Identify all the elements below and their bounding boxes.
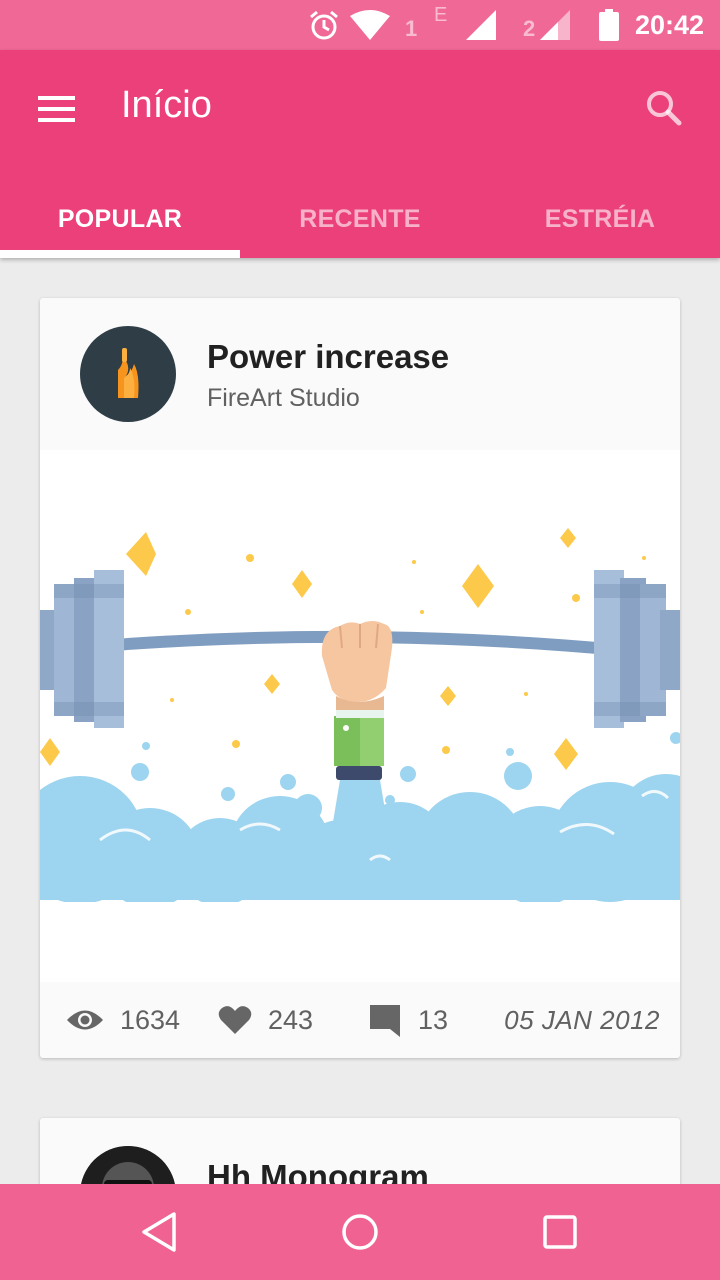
likes-stat[interactable]: 243 [218, 982, 313, 1058]
tab-popular[interactable]: POPULAR [0, 180, 240, 258]
views-count: 1634 [120, 1004, 181, 1035]
status-bar: 1 E 2 20:42 [0, 0, 720, 50]
search-button[interactable] [638, 82, 690, 134]
battery-icon [599, 9, 619, 41]
comments-count: 13 [418, 1004, 449, 1035]
tab-recente[interactable]: RECENTE [240, 180, 480, 258]
avatar[interactable] [80, 326, 176, 422]
menu-button[interactable] [30, 82, 82, 134]
back-button[interactable] [134, 1206, 186, 1258]
wifi-icon [350, 10, 390, 40]
tab-bar: POPULAR RECENTE ESTRÉIA [0, 180, 720, 258]
network-type-label: E [434, 4, 448, 26]
recents-button[interactable] [534, 1206, 586, 1258]
page-title: Início [121, 84, 212, 126]
alarm-icon [310, 10, 338, 40]
views-stat: 1634 [66, 982, 180, 1058]
home-icon [342, 1214, 378, 1250]
tab-indicator [0, 250, 240, 258]
recents-icon [543, 1215, 577, 1249]
likes-count: 243 [268, 1004, 314, 1035]
power-increase-illustration [40, 528, 680, 982]
eye-icon [67, 1010, 103, 1030]
card-header: Power increase FireArt Studio [40, 298, 680, 450]
menu-icon [38, 96, 75, 122]
shot-card[interactable]: Power increase FireArt Studio 1634 243 1… [40, 298, 680, 1058]
card-title[interactable]: Power increase [207, 338, 449, 376]
home-button[interactable] [334, 1206, 386, 1258]
fireart-logo-icon [118, 348, 139, 398]
card-footer: 1634 243 13 05 JAN 2012 [40, 982, 680, 1058]
sim1-label: 1 [405, 16, 418, 41]
clock: 20:42 [634, 10, 704, 40]
card-author[interactable]: FireArt Studio [207, 384, 360, 413]
shot-image[interactable] [40, 450, 680, 982]
back-icon [142, 1212, 176, 1252]
tab-estreia[interactable]: ESTRÉIA [480, 180, 720, 258]
signal-1-icon [466, 10, 496, 40]
post-date: 05 JAN 2012 [504, 1004, 660, 1035]
comments-stat[interactable]: 13 [368, 982, 448, 1058]
navigation-bar [0, 1184, 720, 1280]
search-icon [647, 91, 682, 126]
sim2-label: 2 [523, 16, 536, 41]
comment-icon [370, 1005, 400, 1037]
app-bar: Início POPULAR RECENTE ESTRÉIA [0, 50, 720, 258]
signal-2-icon [540, 10, 570, 40]
heart-icon [218, 1006, 252, 1034]
